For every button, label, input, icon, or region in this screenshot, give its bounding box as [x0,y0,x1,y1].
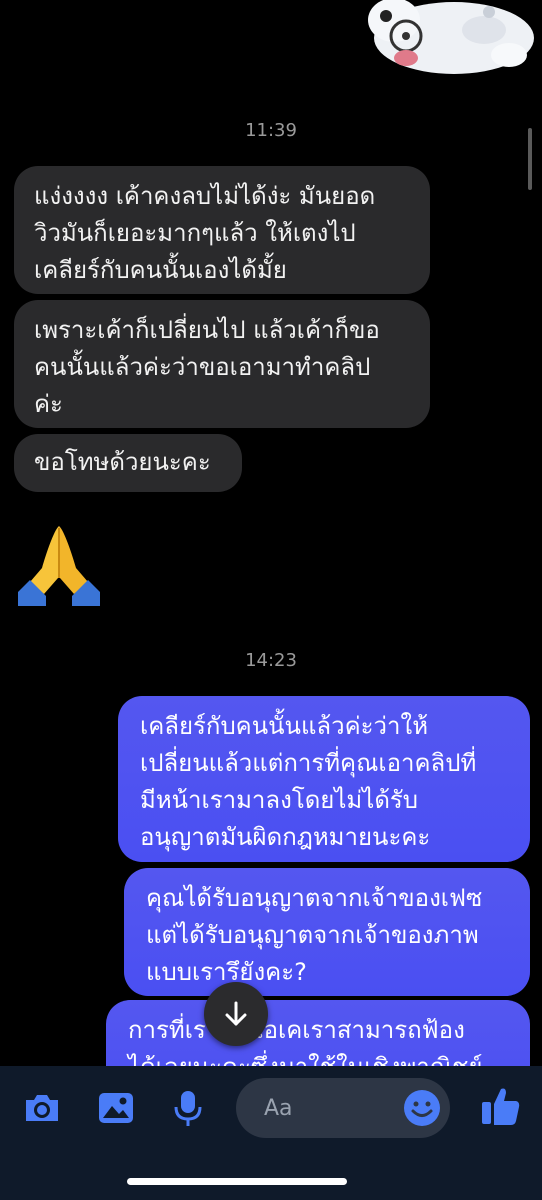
image-icon[interactable] [96,1088,136,1128]
message-text: เคลียร์กับคนนั้นแล้วค่ะว่าให้ เปลี่ยนแล้… [140,712,477,851]
praying-hands-emoji[interactable] [16,520,102,606]
message-input[interactable] [262,1094,396,1122]
scroll-to-bottom-button[interactable] [204,982,268,1046]
thumbs-up-icon[interactable] [480,1084,522,1128]
message-text: เพราะเค้าก็เปลี่ยนไป แล้วเค้าก็ขอ คนนั้น… [34,316,380,418]
home-indicator[interactable] [127,1178,347,1185]
bear-sticker [368,0,534,74]
camera-icon[interactable] [22,1088,62,1128]
emoji-icon[interactable] [402,1088,442,1128]
message-text: แง่งงงง เค้าคงลบไม่ได้ง่ะ มันยอด วิวมันก… [34,182,376,284]
incoming-message[interactable]: ขอโทษด้วยนะคะ [14,434,242,492]
microphone-icon[interactable] [168,1088,208,1128]
message-text: คุณได้รับอนุญาตจากเจ้าของเฟซ แต่ได้รับอน… [146,884,483,986]
outgoing-message[interactable]: เคลียร์กับคนนั้นแล้วค่ะว่าให้ เปลี่ยนแล้… [118,696,530,862]
arrow-down-icon [225,1001,247,1026]
timestamp: 14:23 [245,650,297,671]
timestamp: 11:39 [245,120,297,141]
message-text: ขอโทษด้วยนะคะ [34,448,211,476]
outgoing-message[interactable]: คุณได้รับอนุญาตจากเจ้าของเฟซ แต่ได้รับอน… [124,868,530,996]
incoming-message[interactable]: แง่งงงง เค้าคงลบไม่ได้ง่ะ มันยอด วิวมันก… [14,166,430,294]
incoming-message[interactable]: เพราะเค้าก็เปลี่ยนไป แล้วเค้าก็ขอ คนนั้น… [14,300,430,428]
